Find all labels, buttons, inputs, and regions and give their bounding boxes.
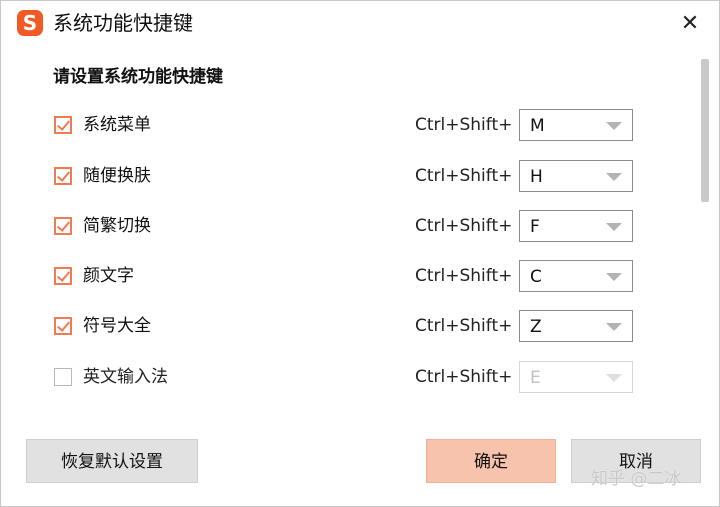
shortcut-row-skin: 随便换肤 Ctrl+Shift+ H <box>1 160 691 194</box>
chevron-down-icon <box>606 173 622 181</box>
close-icon[interactable]: ✕ <box>673 9 707 39</box>
shortcut-row-system-menu: 系统菜单 Ctrl+Shift+ M <box>1 109 691 143</box>
chevron-down-icon <box>606 122 622 130</box>
shortcut-label: 颜文字 <box>83 266 134 286</box>
key-select-english-input: E <box>519 361 633 393</box>
select-value: M <box>530 116 545 136</box>
checkbox-skin[interactable] <box>54 167 72 185</box>
select-value: H <box>530 167 543 187</box>
shortcut-label: 符号大全 <box>83 316 151 336</box>
shortcut-settings-dialog: S 系统功能快捷键 ✕ 请设置系统功能快捷键 系统菜单 Ctrl+Shift+ … <box>0 0 720 507</box>
shortcut-row-symbols: 符号大全 Ctrl+Shift+ Z <box>1 310 691 344</box>
key-select-symbols[interactable]: Z <box>519 310 633 342</box>
select-value: F <box>530 217 540 237</box>
shortcut-label: 系统菜单 <box>83 115 151 135</box>
shortcut-label: 英文输入法 <box>83 367 168 387</box>
dialog-title: 系统功能快捷键 <box>53 11 193 35</box>
checkbox-system-menu[interactable] <box>54 116 72 134</box>
key-select-emoticons[interactable]: C <box>519 260 633 292</box>
key-select-skin[interactable]: H <box>519 160 633 192</box>
chevron-down-icon <box>606 273 622 281</box>
modifier-prefix: Ctrl+Shift+ <box>415 166 513 186</box>
key-select-simplified-traditional[interactable]: F <box>519 210 633 242</box>
modifier-prefix: Ctrl+Shift+ <box>415 216 513 236</box>
sogou-logo-icon: S <box>17 10 43 36</box>
scrollbar[interactable] <box>701 59 709 202</box>
section-title: 请设置系统功能快捷键 <box>53 67 223 87</box>
modifier-prefix: Ctrl+Shift+ <box>415 266 513 286</box>
checkbox-emoticons[interactable] <box>54 267 72 285</box>
chevron-down-icon <box>606 323 622 331</box>
checkbox-symbols[interactable] <box>54 317 72 335</box>
shortcut-row-english-input: 英文输入法 Ctrl+Shift+ E <box>1 361 691 395</box>
title-bar: S 系统功能快捷键 ✕ <box>1 1 719 45</box>
modifier-prefix: Ctrl+Shift+ <box>415 316 513 336</box>
modifier-prefix: Ctrl+Shift+ <box>415 367 513 387</box>
chevron-down-icon <box>606 223 622 231</box>
checkbox-simplified-traditional[interactable] <box>54 217 72 235</box>
chevron-down-icon <box>606 374 622 382</box>
watermark: 知乎 @二冰 <box>591 469 682 489</box>
select-value: E <box>530 368 541 388</box>
checkbox-english-input[interactable] <box>54 368 72 386</box>
shortcut-row-emoticons: 颜文字 Ctrl+Shift+ C <box>1 260 691 294</box>
ok-button[interactable]: 确定 <box>426 439 556 483</box>
modifier-prefix: Ctrl+Shift+ <box>415 115 513 135</box>
shortcut-label: 随便换肤 <box>83 166 151 186</box>
select-value: C <box>530 267 542 287</box>
reset-defaults-button[interactable]: 恢复默认设置 <box>26 439 198 483</box>
shortcut-row-simplified-traditional: 简繁切换 Ctrl+Shift+ F <box>1 210 691 244</box>
key-select-system-menu[interactable]: M <box>519 109 633 141</box>
select-value: Z <box>530 317 542 337</box>
shortcut-label: 简繁切换 <box>83 216 151 236</box>
